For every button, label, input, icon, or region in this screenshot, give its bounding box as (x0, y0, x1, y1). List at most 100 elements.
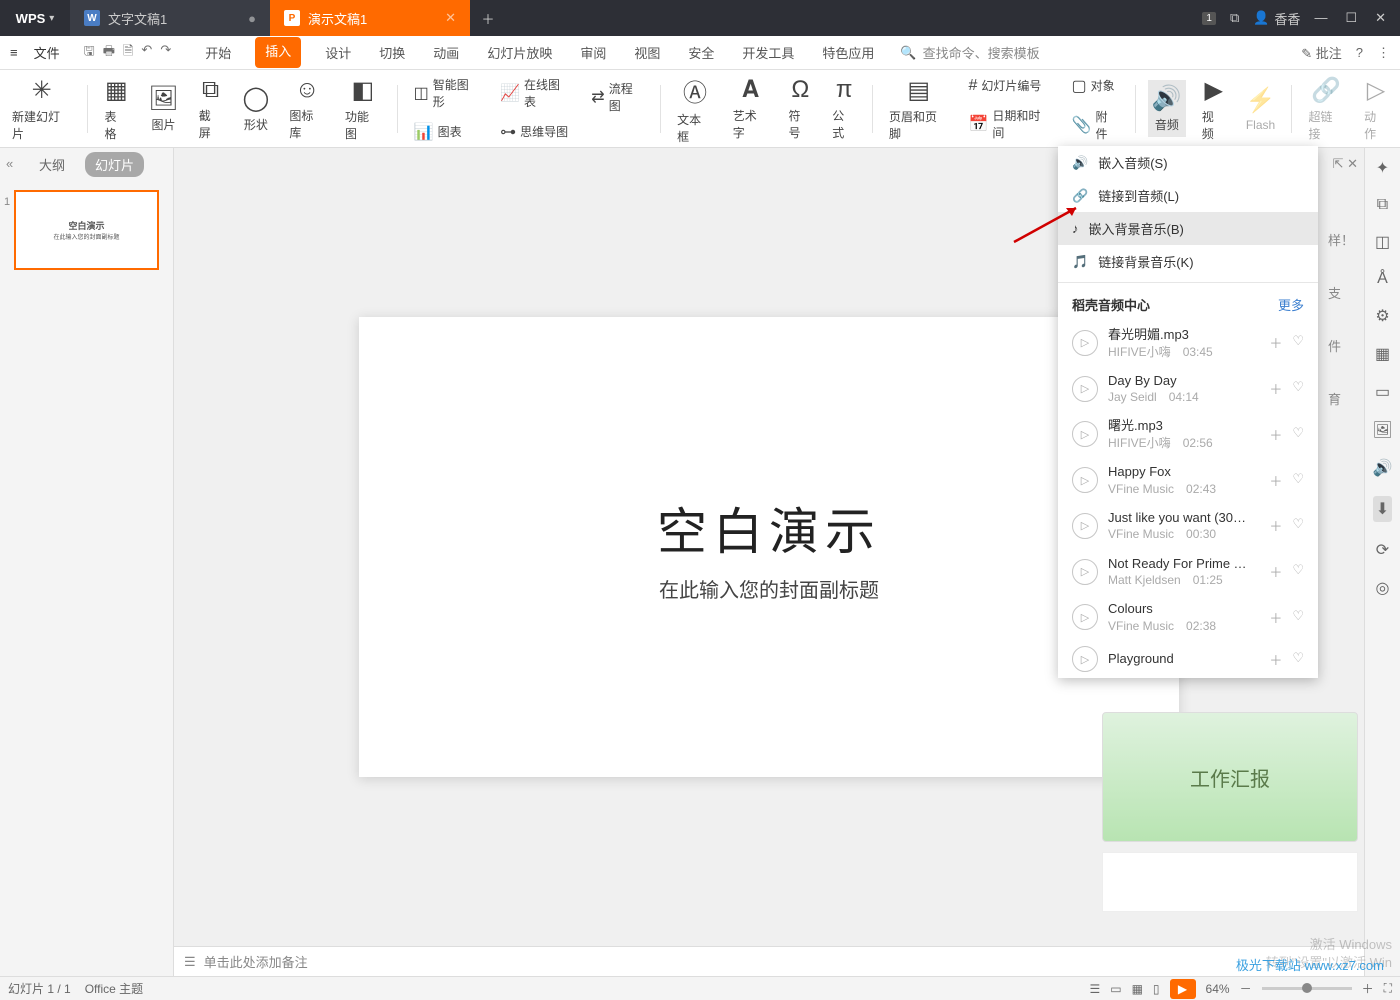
slidenum-button[interactable]: #幻灯片编号 (964, 73, 1055, 99)
picture-button[interactable]: 🖼图片 (144, 80, 182, 137)
slide-subtitle[interactable]: 在此输入您的封面副标题 (659, 574, 879, 603)
headerfooter-button[interactable]: ▤页眉和页脚 (885, 72, 952, 146)
template-card-2[interactable] (1102, 852, 1358, 912)
assistant-icon[interactable]: ✦ (1376, 158, 1389, 178)
audio-menu-item[interactable]: 🎵链接背景音乐(K) (1058, 245, 1318, 278)
add-track-icon[interactable]: ＋ (1269, 425, 1282, 444)
table-button[interactable]: ▦表格 (100, 72, 132, 146)
play-icon[interactable]: ▷ (1072, 376, 1098, 402)
play-icon[interactable]: ▷ (1072, 330, 1098, 356)
notes-bar[interactable]: ☰ 单击此处添加备注 (174, 946, 1364, 976)
close-window-icon[interactable]: ✕ (1375, 10, 1386, 26)
tab-doc1[interactable]: W 文字文稿1 ● (70, 0, 270, 36)
more-link[interactable]: 更多 (1278, 295, 1304, 314)
favorite-icon[interactable]: ♡ (1292, 562, 1304, 581)
format-icon[interactable]: Å (1377, 270, 1388, 288)
slide[interactable]: 空白演示 在此输入您的封面副标题 (359, 317, 1179, 777)
help-icon[interactable]: ? (1356, 45, 1363, 60)
funcchart-button[interactable]: ◧功能图 (341, 72, 385, 146)
reading-view-icon[interactable]: ▯ (1153, 982, 1160, 996)
tab-security[interactable]: 安全 (684, 37, 718, 68)
audio-track[interactable]: ▷ Not Ready For Prime Tim. Matt Kjeldsen… (1058, 549, 1318, 595)
add-track-icon[interactable]: ＋ (1269, 608, 1282, 627)
textbox-button[interactable]: Ⓐ文本框 (673, 69, 717, 149)
zoom-slider[interactable] (1262, 987, 1352, 990)
object-button[interactable]: ▢对象 (1068, 72, 1123, 100)
add-track-icon[interactable]: ＋ (1269, 471, 1282, 490)
undo-icon[interactable]: ↶ (141, 42, 152, 64)
normal-view-icon[interactable]: ▭ (1110, 982, 1121, 996)
zoom-in-icon[interactable]: ＋ (1362, 980, 1374, 997)
tab-slideshow[interactable]: 幻灯片放映 (483, 37, 556, 68)
audio-track[interactable]: ▷ Just like you want (30s c... VFine Mus… (1058, 503, 1318, 549)
audio-button[interactable]: 🔊音频 (1148, 80, 1186, 137)
comments-button[interactable]: ✎ 批注 (1301, 43, 1342, 62)
audio-menu-item[interactable]: ♪嵌入背景音乐(B) (1058, 212, 1318, 245)
add-track-icon[interactable]: ＋ (1269, 650, 1282, 669)
tab-special[interactable]: 特色应用 (818, 37, 878, 68)
flash-button[interactable]: ⚡Flash (1242, 82, 1280, 136)
new-slide-button[interactable]: ✳新建幻灯片 (8, 72, 75, 146)
maximize-icon[interactable]: ☐ (1345, 10, 1357, 26)
file-menu[interactable]: 文件 (26, 39, 68, 66)
audio-track[interactable]: ▷ Day By Day Jay Seidl04:14 ＋♡ (1058, 366, 1318, 412)
audio-track[interactable]: ▷ Happy Fox VFine Music02:43 ＋♡ (1058, 457, 1318, 503)
sorter-view-icon[interactable]: ▦ (1132, 982, 1143, 996)
fit-icon[interactable]: ⛶ (1384, 981, 1392, 996)
play-icon[interactable]: ▷ (1072, 421, 1098, 447)
audio-track[interactable]: ▷ 春光明媚.mp3 HIFIVE小嗨03:45 ＋♡ (1058, 320, 1318, 366)
template-card-1[interactable]: 工作汇报 (1102, 712, 1358, 842)
screenshot-button[interactable]: ⧉截屏 (195, 72, 227, 145)
sound-icon[interactable]: 🔊 (1373, 458, 1393, 478)
favorite-icon[interactable]: ♡ (1292, 608, 1304, 627)
box-icon[interactable]: ▭ (1375, 382, 1390, 402)
tab-transition[interactable]: 切换 (375, 37, 409, 68)
anim-icon[interactable]: ⚙ (1375, 306, 1389, 326)
tab-view[interactable]: 视图 (630, 37, 664, 68)
favorite-icon[interactable]: ♡ (1292, 650, 1304, 669)
save-icon[interactable]: 🖫 (84, 42, 95, 64)
attach-button[interactable]: 📎附件 (1068, 104, 1123, 146)
mindmap-button[interactable]: ⊶思维导图 (496, 118, 575, 146)
print-icon[interactable]: 🖶 (103, 42, 115, 64)
outline-tab[interactable]: 大纲 (29, 152, 75, 177)
slideshow-button[interactable]: ▶ (1170, 979, 1196, 999)
play-icon[interactable]: ▷ (1072, 559, 1098, 585)
shapes-button[interactable]: ◯形状 (238, 80, 273, 137)
iconlib-button[interactable]: ☺图标库 (285, 72, 329, 145)
preview-icon[interactable]: 🗎 (123, 42, 133, 64)
add-track-icon[interactable]: ＋ (1269, 379, 1282, 398)
avatar-icon[interactable]: 👤 (1253, 10, 1269, 26)
action-button[interactable]: ▷动作 (1360, 72, 1392, 146)
play-icon[interactable]: ▷ (1072, 467, 1098, 493)
search-command[interactable]: 🔍 查找命令、搜索模板 (900, 43, 1039, 62)
pic-icon[interactable]: ▦ (1375, 344, 1390, 364)
favorite-icon[interactable]: ♡ (1292, 425, 1304, 444)
hamburger-icon[interactable]: ≡ (10, 45, 18, 60)
play-icon[interactable]: ▷ (1072, 513, 1098, 539)
tab-developer[interactable]: 开发工具 (738, 37, 798, 68)
tab-design[interactable]: 设计 (321, 37, 355, 68)
download-icon[interactable]: ⬇ (1373, 496, 1392, 522)
slide-title[interactable]: 空白演示 (657, 492, 881, 564)
collapse-left-icon[interactable]: « (6, 156, 13, 171)
tab-presentation[interactable]: P 演示文稿1 ✕ (270, 0, 470, 36)
extensions-icon[interactable]: ⧉ (1230, 10, 1239, 26)
video-button[interactable]: ▶视频 (1198, 72, 1230, 146)
redo-icon[interactable]: ↷ (160, 42, 171, 64)
add-track-icon[interactable]: ＋ (1269, 333, 1282, 352)
tab-animation[interactable]: 动画 (429, 37, 463, 68)
tab-start[interactable]: 开始 (201, 37, 235, 68)
hyperlink-button[interactable]: 🔗超链接 (1304, 72, 1348, 146)
tab-insert[interactable]: 插入 (255, 37, 301, 68)
clip-icon[interactable]: ⧉ (1377, 196, 1388, 214)
close-icon[interactable]: ● (248, 11, 256, 26)
media-icon[interactable]: 🖼 (1372, 420, 1392, 440)
notification-badge[interactable]: 1 (1202, 12, 1216, 25)
new-tab-button[interactable]: ＋ (470, 9, 506, 28)
favorite-icon[interactable]: ♡ (1292, 379, 1304, 398)
favorite-icon[interactable]: ♡ (1292, 516, 1304, 535)
template-icon[interactable]: ◫ (1375, 232, 1390, 252)
flowchart-button[interactable]: ⇄流程图 (587, 76, 648, 118)
onlinechart-button[interactable]: 📈在线图表 (496, 72, 575, 114)
